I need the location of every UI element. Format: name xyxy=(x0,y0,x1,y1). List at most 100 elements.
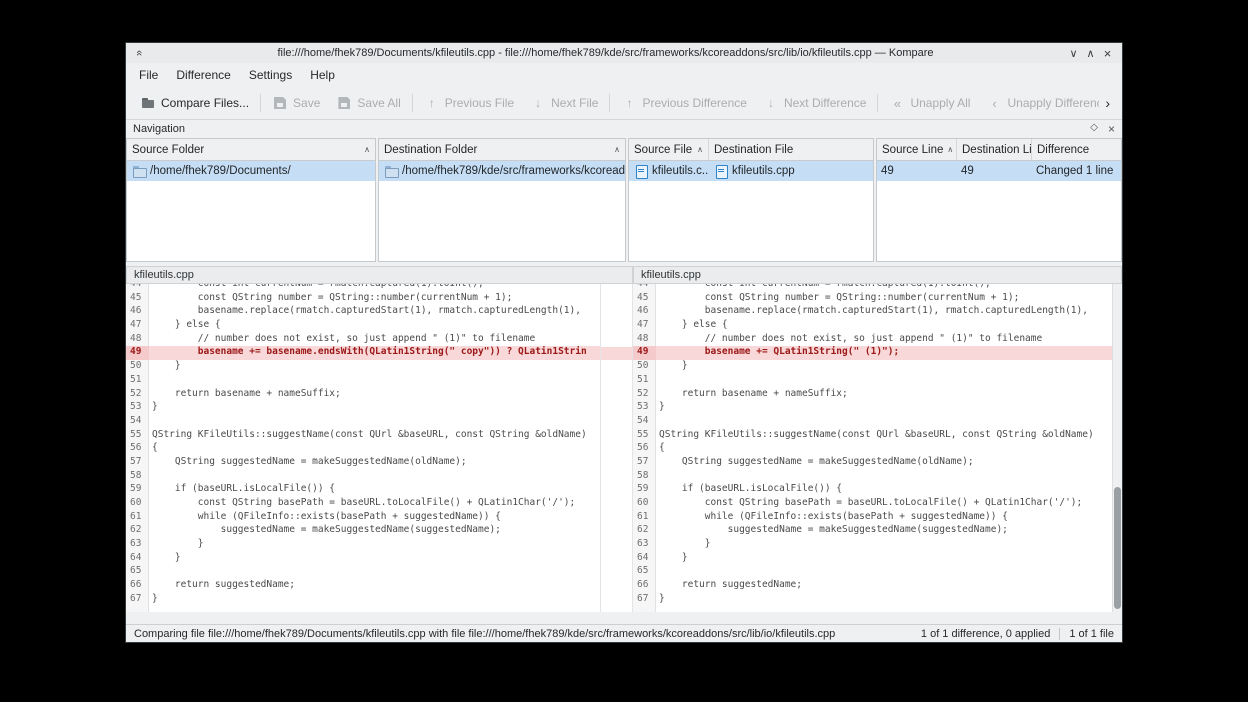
unapply-difference-button: Unapply Difference xyxy=(978,90,1099,116)
code-line: } xyxy=(656,593,1112,607)
menu-difference[interactable]: Difference xyxy=(167,63,239,87)
code-line: while (QFileInfo::exists(basePath + sugg… xyxy=(656,511,1112,525)
code-line xyxy=(656,565,1112,579)
destination-folder-header-label: Destination Folder xyxy=(384,144,477,156)
kompare-window: file:///home/fhek789/Documents/kfileutil… xyxy=(125,42,1123,643)
destination-file-name: kfileutils.cpp xyxy=(732,165,795,177)
code-line: } else { xyxy=(656,319,1112,333)
window-title: file:///home/fhek789/Documents/kfileutil… xyxy=(146,47,1065,59)
toolbar-separator xyxy=(260,94,261,112)
source-line-numbers: 4445464748495051525354555657585960616263… xyxy=(126,284,149,607)
window-shade-icon[interactable] xyxy=(132,47,146,59)
line-number: 52 xyxy=(633,388,656,402)
line-number: 50 xyxy=(633,360,656,374)
source-line-value: 49 xyxy=(877,161,957,181)
line-number: 56 xyxy=(126,442,149,456)
source-folder-row[interactable]: /home/fhek789/Documents/ xyxy=(127,161,375,181)
diff-connector-band xyxy=(601,347,632,361)
destination-code-pane[interactable]: 4445464748495051525354555657585960616263… xyxy=(633,284,1112,612)
source-code-pane[interactable]: 4445464748495051525354555657585960616263… xyxy=(126,284,600,612)
line-number: 54 xyxy=(126,415,149,429)
next-difference-button: Next Difference xyxy=(755,90,874,116)
minimize-icon[interactable] xyxy=(1065,47,1082,60)
code-line: if (baseURL.isLocalFile()) { xyxy=(656,483,1112,497)
line-number: 56 xyxy=(633,442,656,456)
line-number: 66 xyxy=(126,579,149,593)
differences-list: 49 49 Changed 1 line xyxy=(877,161,1121,261)
line-number: 47 xyxy=(126,319,149,333)
line-number: 57 xyxy=(633,456,656,470)
destination-line-header-label: Destination Line xyxy=(962,144,1032,156)
dock-float-icon[interactable] xyxy=(1090,122,1098,136)
unapply-all-label: Unapply All xyxy=(910,96,970,110)
close-icon[interactable] xyxy=(1099,46,1116,61)
save-icon xyxy=(272,95,288,111)
cpp-file-icon xyxy=(713,163,729,179)
code-line: return suggestedName; xyxy=(656,579,1112,593)
menu-settings[interactable]: Settings xyxy=(240,63,301,87)
code-line: suggestedName = makeSuggestedName(sugges… xyxy=(656,524,1112,538)
code-line: QString suggestedName = makeSuggestedNam… xyxy=(149,456,600,470)
source-folder-column-header[interactable]: Source Folder xyxy=(127,139,375,160)
line-number: 61 xyxy=(633,511,656,525)
line-number: 45 xyxy=(126,292,149,306)
code-line: } xyxy=(656,538,1112,552)
code-line: } else { xyxy=(149,319,600,333)
code-line: return basename + nameSuffix; xyxy=(656,388,1112,402)
destination-line-column-header[interactable]: Destination Line xyxy=(957,139,1032,160)
save-all-icon xyxy=(336,95,352,111)
toolbar-overflow-icon[interactable]: › xyxy=(1099,95,1116,111)
source-file-header-label: Source File xyxy=(634,144,692,156)
line-number: 55 xyxy=(633,429,656,443)
code-line: { xyxy=(149,442,600,456)
code-line: while (QFileInfo::exists(basePath + sugg… xyxy=(149,511,600,525)
menu-file[interactable]: File xyxy=(130,63,167,87)
code-line: const int currentNum = rmatch.captured(1… xyxy=(149,284,600,292)
source-line-column-header[interactable]: Source Line xyxy=(877,139,957,160)
horizontal-scrollbar[interactable] xyxy=(126,612,1122,624)
code-line: const QString number = QString::number(c… xyxy=(656,292,1112,306)
line-number: 63 xyxy=(633,538,656,552)
destination-file-column-header[interactable]: Destination File xyxy=(709,139,873,160)
next-file-label: Next File xyxy=(551,96,598,110)
save-all-label: Save All xyxy=(357,96,400,110)
line-number: 59 xyxy=(126,483,149,497)
previous-file-label: Previous File xyxy=(445,96,514,110)
source-file-column-header[interactable]: Source File xyxy=(629,139,709,160)
line-number: 53 xyxy=(126,401,149,415)
line-number: 62 xyxy=(633,524,656,538)
code-line: basename += QLatin1String(" (1)"); xyxy=(656,346,1112,360)
line-number: 60 xyxy=(126,497,149,511)
destination-folder-row[interactable]: /home/fhek789/kde/src/frameworks/kcoread… xyxy=(379,161,625,181)
arrow-down-icon xyxy=(530,95,546,111)
files-row[interactable]: kfileutils.c... kfileutils.cpp xyxy=(629,161,873,181)
destination-folder-panel: Destination Folder /home/fhek789/kde/src… xyxy=(378,138,626,262)
next-difference-label: Next Difference xyxy=(784,96,866,110)
vertical-scrollbar[interactable] xyxy=(1112,284,1122,612)
destination-folder-column-header[interactable]: Destination Folder xyxy=(379,139,625,160)
title-bar[interactable]: file:///home/fhek789/Documents/kfileutil… xyxy=(126,43,1122,63)
maximize-icon[interactable] xyxy=(1082,47,1099,60)
line-number: 44 xyxy=(126,284,149,292)
source-pane-title: kfileutils.cpp xyxy=(126,266,633,284)
difference-row[interactable]: 49 49 Changed 1 line xyxy=(877,161,1121,181)
menu-help[interactable]: Help xyxy=(301,63,344,87)
line-number: 61 xyxy=(126,511,149,525)
dock-close-icon[interactable] xyxy=(1108,122,1115,136)
status-bar: Comparing file file:///home/fhek789/Docu… xyxy=(126,624,1122,642)
diff-view: kfileutils.cpp kfileutils.cpp 4445464748… xyxy=(126,266,1122,624)
code-line: } xyxy=(149,401,600,415)
previous-difference-button: Previous Difference xyxy=(613,90,755,116)
code-line: // number does not exist, so just append… xyxy=(149,333,600,347)
navigation-dock-title: Navigation xyxy=(133,123,185,135)
compare-files-button[interactable]: Compare Files... xyxy=(132,90,257,116)
diff-connector-gutter xyxy=(600,284,633,612)
chevron-left-icon xyxy=(986,95,1002,111)
source-folder-list: /home/fhek789/Documents/ xyxy=(127,161,375,261)
line-number: 52 xyxy=(126,388,149,402)
line-number: 49 xyxy=(126,346,149,360)
line-number: 45 xyxy=(633,292,656,306)
next-file-button: Next File xyxy=(522,90,606,116)
difference-column-header[interactable]: Difference xyxy=(1032,139,1121,160)
vertical-scrollbar-thumb[interactable] xyxy=(1114,487,1121,608)
